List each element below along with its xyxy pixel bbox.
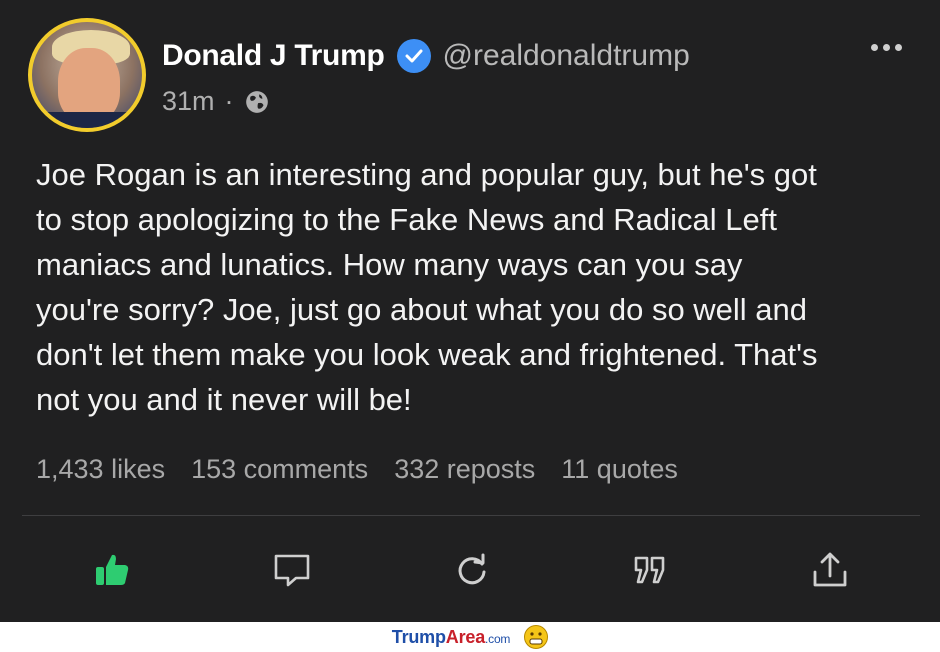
avatar-suit [32,112,142,128]
likes-count[interactable]: 1,433 likes [36,454,165,485]
avatar[interactable] [28,18,146,132]
action-bar [0,540,940,600]
post-body: Joe Rogan is an interesting and popular … [36,157,818,417]
comments-count[interactable]: 153 comments [191,454,368,485]
watermark-footer: TrumpArea.com [0,622,940,652]
quote-icon [634,556,665,584]
meta-separator: · [224,86,234,116]
globe-icon [245,90,268,113]
post-card: Donald J Trump @realdonaldtrump 31m · Jo… [0,0,940,622]
emoji-face-icon [524,625,549,649]
comment-button[interactable] [270,548,314,592]
like-button[interactable] [90,548,134,592]
author-handle[interactable]: @realdonaldtrump [443,39,690,73]
post-time[interactable]: 31m [162,86,215,117]
share-button[interactable] [808,548,852,592]
engagement-stats: 1,433 likes 153 comments 332 reposts 11 … [36,454,678,485]
brand-logo[interactable]: TrumpArea.com [392,627,511,648]
repost-icon [458,553,486,585]
post-meta: 31m · [162,86,270,117]
divider [22,515,920,516]
quote-button[interactable] [628,548,672,592]
author-display-name[interactable]: Donald J Trump [162,39,385,73]
comment-bubble-icon [274,554,310,587]
author-row: Donald J Trump @realdonaldtrump [162,36,690,76]
verified-check-icon [396,39,431,73]
avatar-face [58,48,120,122]
repost-button[interactable] [450,548,494,592]
share-icon [813,552,847,587]
quotes-count[interactable]: 11 quotes [561,454,678,485]
thumbs-up-icon [96,554,129,585]
reposts-count[interactable]: 332 reposts [394,454,535,485]
more-options-icon[interactable] [871,44,902,51]
